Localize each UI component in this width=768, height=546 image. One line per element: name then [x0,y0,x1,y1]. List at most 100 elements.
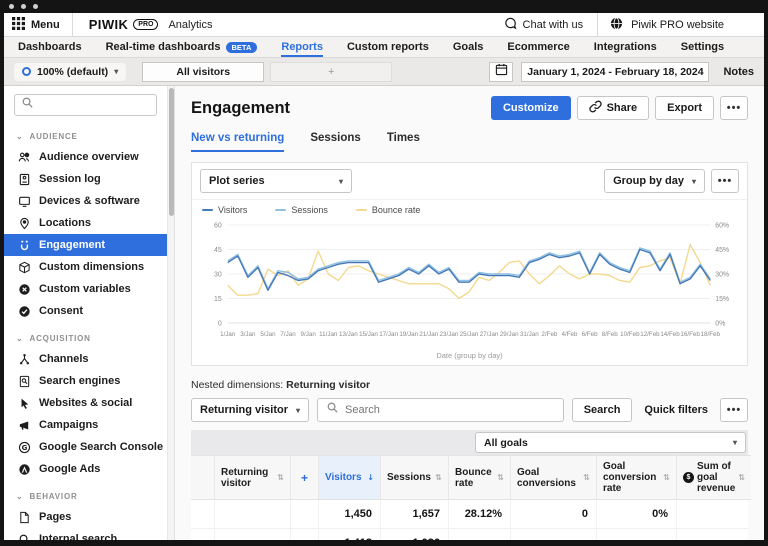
sidebar-search-input[interactable] [39,99,150,111]
sidebar-section-acquisition[interactable]: ⌄ACQUISITION [4,322,167,348]
table-row[interactable]: 1,4131,036 [191,529,748,540]
sidebar-search[interactable] [14,94,157,116]
column-header-bounce-rate[interactable]: Bounce rate⇅ [449,455,511,500]
sidebar-item-session-log[interactable]: Session log [4,168,167,190]
quick-filters-button[interactable]: Quick filters [640,404,712,416]
date-range-picker[interactable]: January 1, 2024 - February 18, 2024 [521,62,709,82]
share-button[interactable]: Share [577,96,650,120]
more-actions-button[interactable]: ••• [720,96,748,120]
sidebar-item-engagement[interactable]: Engagement [4,234,167,256]
calendar-button[interactable] [489,62,513,82]
chat-with-us-link[interactable]: Chat with us [490,13,598,36]
nav-item-settings[interactable]: Settings [681,37,724,57]
nav-item-real-time-dashboards[interactable]: Real-time dashboardsBETA [106,37,258,57]
all-goals-dropdown[interactable]: All goals ▾ [475,432,746,453]
sidebar-section-title: AUDIENCE [30,132,78,141]
sidebar-section-title: ACQUISITION [30,334,91,343]
sidebar-item-google-search-console[interactable]: GGoogle Search Console [4,436,167,458]
customize-button[interactable]: Customize [491,96,571,120]
chevron-down-icon: ▾ [296,406,300,415]
table-search-input[interactable] [345,404,555,416]
line-chart[interactable]: 00%1515%3030%4545%6060%1/Jan3/Jan5/Jan7/… [194,219,745,345]
tab-sessions[interactable]: Sessions [310,132,361,152]
sidebar-item-custom-dimensions[interactable]: Custom dimensions [4,256,167,278]
column-header-goal-conversion-rate[interactable]: Goal conversion rate⇅ [597,455,677,500]
legend-item-bounce-rate[interactable]: Bounce rate [356,205,421,215]
scrollbar-thumb[interactable] [169,88,174,216]
nav-item-goals[interactable]: Goals [453,37,484,57]
report-table: Returning visitor⇅ + Visitors↓Sessions⇅Bou… [191,455,748,540]
dimension-dropdown[interactable]: Returning visitor ▾ [191,398,309,422]
table-row[interactable]: 1,4501,65728.12%00% [191,500,748,529]
column-header-expander[interactable] [191,455,215,500]
sidebar-section-behavior[interactable]: ⌄BEHAVIOR [4,480,167,506]
column-header-add[interactable]: + [291,455,319,500]
nav-item-integrations[interactable]: Integrations [594,37,657,57]
window-control-dot[interactable] [21,4,26,9]
add-segment-button[interactable]: + [270,62,392,82]
svg-text:30: 30 [214,271,222,278]
sidebar-item-label: Consent [39,305,83,317]
plot-series-label: Plot series [209,175,265,187]
legend-item-sessions[interactable]: Sessions [275,205,328,215]
sidebar-item-search-engines[interactable]: Search engines [4,370,167,392]
column-header-visitors[interactable]: Visitors↓ [319,455,381,500]
brand-pro-badge: PRO [133,19,158,30]
svg-text:4/Feb: 4/Feb [562,331,578,338]
cell [215,500,291,529]
sidebar-item-pages[interactable]: Pages [4,506,167,528]
svg-text:45%: 45% [715,247,729,254]
menu-button[interactable]: Menu [4,13,73,36]
group-by-dropdown[interactable]: Group by day ▾ [604,169,705,193]
sidebar-section-audience[interactable]: ⌄AUDIENCE [4,120,167,146]
sample-rate-selector[interactable]: 100% (default) ▾ [14,63,126,81]
column-header-returning-visitor[interactable]: Returning visitor⇅ [215,455,291,500]
megaphone-icon [17,418,31,432]
column-label: + [301,471,308,485]
search-icon [326,401,339,419]
consent-icon [17,304,31,318]
ellipsis-icon: ••• [727,404,742,416]
sidebar-item-devices-software[interactable]: Devices & software [4,190,167,212]
sidebar-item-internal-search[interactable]: Internal search [4,528,167,540]
quick-filters-label: Quick filters [644,404,708,416]
filter-more-button[interactable]: ••• [720,398,748,422]
sidebar-scrollbar[interactable] [167,86,175,540]
nav-item-dashboards[interactable]: Dashboards [18,37,82,57]
sidebar-section-title: BEHAVIOR [30,492,78,501]
window-control-dot[interactable] [33,4,38,9]
sidebar-item-audience-overview[interactable]: Audience overview [4,146,167,168]
nav-item-custom-reports[interactable]: Custom reports [347,37,429,57]
nav-item-ecommerce[interactable]: Ecommerce [507,37,569,57]
chart-more-button[interactable]: ••• [711,169,739,193]
search-button[interactable]: Search [572,398,633,422]
sidebar-item-google-ads[interactable]: Google Ads [4,458,167,480]
piwik-website-link[interactable]: Piwik PRO website [597,13,764,36]
legend-swatch [202,209,213,211]
page-title: Engagement [191,99,290,118]
column-header-sum-of-goal-revenue[interactable]: $Sum of goal revenue⇅ [677,455,751,500]
sidebar-item-locations[interactable]: Locations [4,212,167,234]
table-searchbox[interactable] [317,398,564,422]
column-header-goal-conversions[interactable]: Goal conversions⇅ [511,455,597,500]
sidebar-item-label: Internal search [39,533,117,540]
sidebar-item-consent[interactable]: Consent [4,300,167,322]
sidebar-item-custom-variables[interactable]: Custom variables [4,278,167,300]
nav-item-reports[interactable]: Reports [281,37,323,57]
chevron-down-icon: ▾ [733,438,737,447]
column-header-sessions[interactable]: Sessions⇅ [381,455,449,500]
sidebar-item-channels[interactable]: Channels [4,348,167,370]
export-button[interactable]: Export [655,96,714,120]
sidebar-item-websites-social[interactable]: Websites & social [4,392,167,414]
sidebar-item-campaigns[interactable]: Campaigns [4,414,167,436]
legend-item-visitors[interactable]: Visitors [202,205,247,215]
tab-times[interactable]: Times [387,132,420,152]
plot-series-dropdown[interactable]: Plot series ▾ [200,169,352,193]
cell: 1,413 [319,529,381,540]
search-icon [21,96,34,114]
notes-button[interactable]: Notes [723,66,754,78]
segment-all-visitors[interactable]: All visitors [142,62,264,82]
window-controls[interactable] [9,4,38,9]
tab-new-vs-returning[interactable]: New vs returning [191,132,284,152]
window-control-dot[interactable] [9,4,14,9]
